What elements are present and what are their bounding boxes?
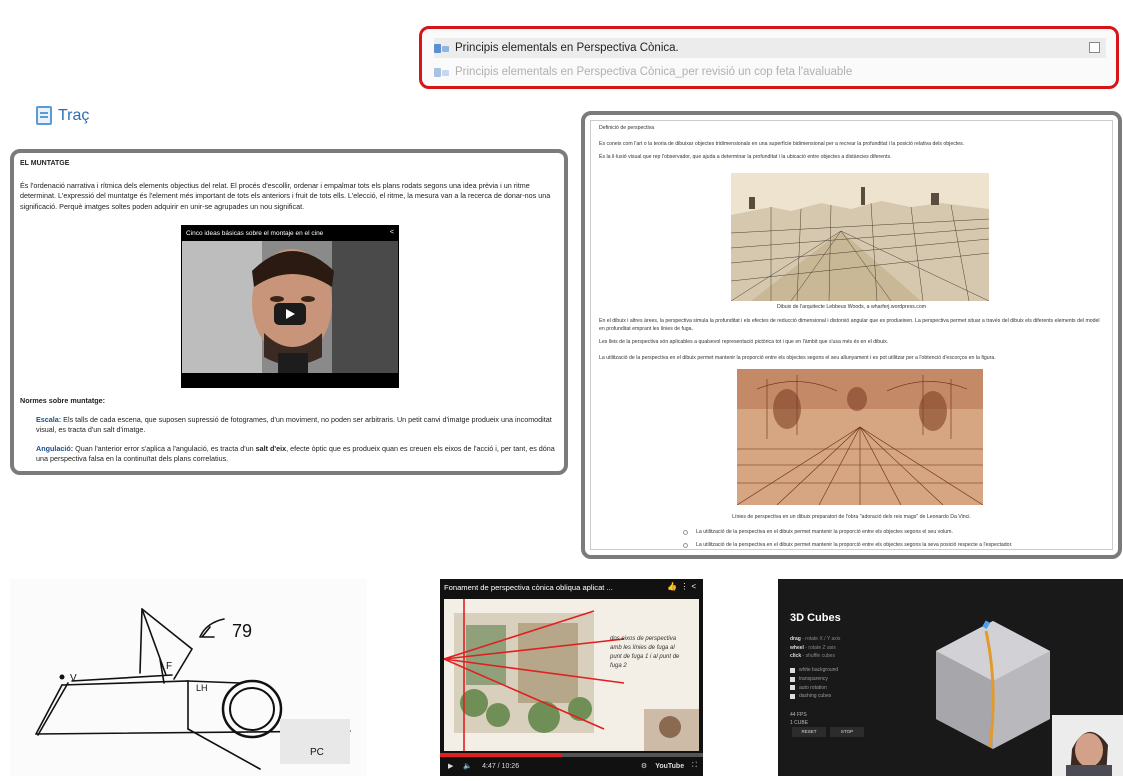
- answer-option-2[interactable]: La utilització de la perspectiva en el d…: [683, 542, 1012, 550]
- term: Angulació:: [36, 444, 74, 453]
- video-frame: [182, 241, 398, 373]
- completion-checkbox[interactable]: [1089, 42, 1100, 53]
- radio-button[interactable]: [683, 530, 688, 536]
- video-frame: dos eixos de perspectiva amb les línies …: [444, 599, 699, 751]
- sketch-label-pc: PC: [310, 747, 324, 758]
- perspective-sketch: 79 V F LH PC: [35, 608, 351, 770]
- option-label: La utilització de la perspectiva en el d…: [696, 529, 953, 535]
- option-auto-rotation[interactable]: auto rotation: [790, 684, 838, 693]
- term: Escala:: [36, 415, 62, 424]
- fps-stat: 44 FPS: [790, 712, 807, 718]
- option-transparency[interactable]: transparency: [790, 675, 838, 684]
- term-text: Els talls de cada escena, que suposen su…: [36, 415, 552, 435]
- player-controls: ▶ 🔈 4:47 / 10:26 ⚙ YouTube ⛶: [448, 759, 697, 773]
- lebbeus-woods-drawing: [731, 173, 989, 301]
- progress-bar[interactable]: [440, 753, 703, 757]
- video-action-icons[interactable]: 👍⋮<: [667, 582, 699, 591]
- hint-text: - rotate X / Y axis: [802, 636, 841, 642]
- paragraph: En el dibuix i altres àrees, la perspect…: [599, 318, 1100, 332]
- image-caption: Línies de perspectiva en un dibuix prepa…: [732, 514, 971, 520]
- paragraph: És la il·lusió visual que rep l'observad…: [599, 154, 892, 160]
- page-icon: [36, 106, 52, 125]
- progress-fill: [440, 753, 561, 757]
- checkbox[interactable]: [790, 685, 795, 691]
- control-hints: drag - rotate X / Y axis wheel - rotate …: [790, 635, 840, 661]
- checkbox[interactable]: [790, 667, 795, 673]
- options-list: white background transparency auto rotat…: [790, 666, 838, 701]
- perspective-drawing-frame: [444, 599, 699, 751]
- image-caption: Dibuix de l'arquitecte Lebbeus Woods, a …: [776, 304, 927, 310]
- paragraph: Les lleis de la perspectiva són aplicabl…: [599, 339, 889, 345]
- hint-key: drag: [790, 636, 801, 642]
- panel-paragraph: És l'ordenació narrativa i rítmica dels …: [20, 181, 551, 211]
- panel-inner: Definició de perspectiva Es coneix com l…: [590, 120, 1113, 550]
- paragraph: La utilització de la perspectiva en el d…: [599, 355, 996, 361]
- video-title: Fonament de perspectiva cònica obliqua a…: [444, 583, 613, 592]
- hint-text: - shuffle cubes: [802, 653, 835, 659]
- link-principis[interactable]: Principis elementals en Perspectiva Còni…: [434, 38, 1106, 58]
- panel-heading: Definició de perspectiva: [599, 125, 655, 131]
- link-principis-revisio[interactable]: Principis elementals en Perspectiva Còni…: [434, 62, 1106, 82]
- cubes-demo-video[interactable]: 3D Cubes drag - rotate X / Y axis wheel …: [778, 579, 1123, 776]
- link-label: Principis elementals en Perspectiva Còni…: [455, 42, 679, 54]
- cube-count-stat: 1 CUBE: [790, 719, 809, 726]
- panel-heading: EL MUNTATGE: [20, 160, 70, 167]
- answer-option-1[interactable]: La utilització de la perspectiva en el d…: [683, 529, 953, 537]
- volume-icon[interactable]: 🔈: [463, 762, 472, 770]
- play-button[interactable]: [274, 303, 306, 325]
- resource-icon: [434, 43, 450, 54]
- embedded-video[interactable]: Cinco ideas básicas sobre el montaje en …: [181, 225, 399, 388]
- norm-item-escala: Escala: Els talls de cada escena, que su…: [36, 415, 556, 436]
- video-title: Cinco ideas básicas sobre el montaje en …: [186, 230, 324, 237]
- option-label: La utilització de la perspectiva en el d…: [696, 542, 1013, 548]
- montatge-panel: EL MUNTATGE És l'ordenació narrativa i r…: [10, 149, 568, 475]
- norm-item-angulacio: Angulació: Quan l'anterior error s'aplic…: [36, 444, 556, 465]
- reset-button[interactable]: RESET: [792, 727, 826, 737]
- leonardo-drawing: [737, 369, 983, 505]
- hint-text: - rotate Z axis: [805, 644, 836, 651]
- hint-key: wheel: [790, 644, 804, 651]
- play-icon[interactable]: ▶: [448, 762, 453, 770]
- perspectiva-panel: Definició de perspectiva Es coneix com l…: [581, 111, 1122, 559]
- handwritten-note: dos eixos de perspectiva amb les línies …: [610, 636, 680, 669]
- demo-title: 3D Cubes: [790, 612, 841, 624]
- share-icon[interactable]: <: [390, 228, 394, 238]
- term-text: Quan l'anterior error s'aplica a l'angul…: [73, 444, 256, 453]
- checkbox[interactable]: [790, 676, 795, 682]
- section-title-label: Traç: [58, 106, 90, 124]
- sketch-label-lh: LH: [196, 683, 208, 693]
- resource-links-box: Principis elementals en Perspectiva Còni…: [419, 26, 1119, 89]
- stats: 44 FPS 1 CUBE: [790, 712, 808, 727]
- settings-icon[interactable]: ⚙: [641, 762, 647, 770]
- link-label: Principis elementals en Perspectiva Còni…: [455, 66, 853, 78]
- 3d-cube-render: [936, 620, 1050, 749]
- option-white-background[interactable]: white background: [790, 666, 838, 675]
- paragraph: Es coneix com l'art o la teoria de dibui…: [599, 141, 965, 147]
- section-title[interactable]: Traç: [36, 106, 89, 125]
- time-display: 4:47 / 10:26: [482, 762, 520, 770]
- hint-key: click: [790, 653, 802, 659]
- bold-term: salt d'eix: [255, 444, 287, 453]
- stop-button[interactable]: STOP: [830, 727, 864, 737]
- sketch-label-v: V: [70, 673, 77, 684]
- presenter-webcam: [1052, 715, 1123, 776]
- sketch-label-f: F: [166, 661, 172, 672]
- resource-icon: [434, 67, 450, 78]
- fullscreen-icon[interactable]: ⛶: [692, 762, 697, 770]
- norms-heading: Normes sobre muntatge:: [20, 396, 106, 405]
- radio-button[interactable]: [683, 543, 688, 549]
- youtube-video-player[interactable]: Fonament de perspectiva cònica obliqua a…: [440, 579, 703, 776]
- sketch-video-thumbnail[interactable]: 79 V F LH PC: [10, 579, 367, 776]
- checkbox[interactable]: [790, 694, 795, 700]
- youtube-logo[interactable]: YouTube: [655, 763, 684, 770]
- sketch-label-79: 79: [232, 621, 252, 641]
- option-dashing-cubes[interactable]: dashing cubes: [790, 692, 838, 701]
